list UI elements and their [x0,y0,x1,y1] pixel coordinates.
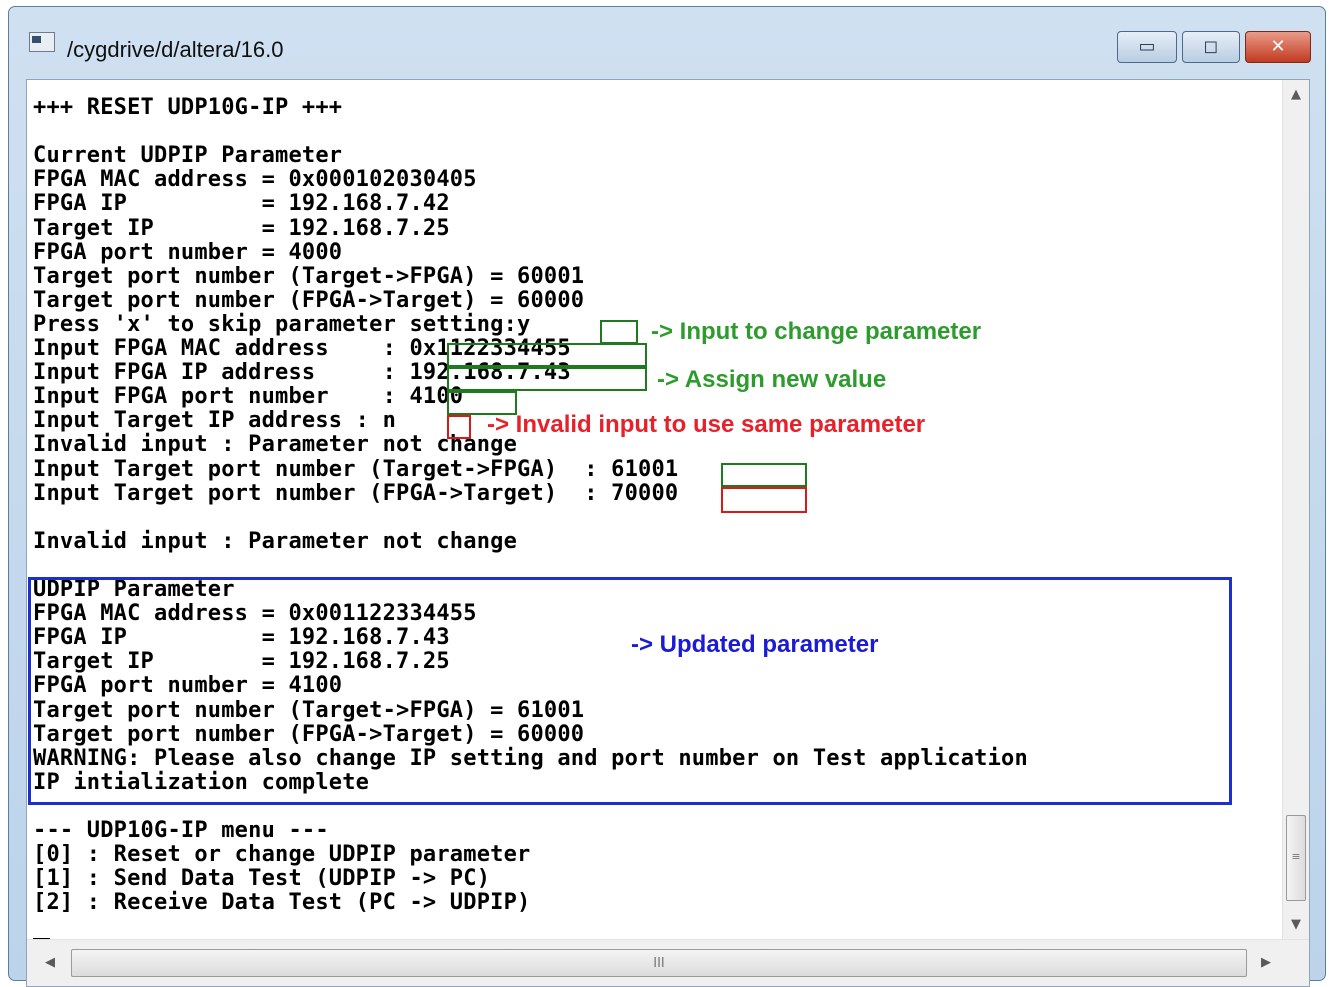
console-line: Input Target IP address : n [33,408,397,434]
hthumb-grip-icon: III [653,956,665,971]
horizontal-scrollbar[interactable]: ◀ III ▶ [27,939,1309,986]
console-line: +++ RESET UDP10G-IP +++ [33,95,343,120]
updated-parameter-box [28,577,1232,805]
maximize-button[interactable]: ◻ [1182,31,1240,63]
console-line: Target IP = 192.168.7.25 [33,215,450,241]
window-title: /cygdrive/d/altera/16.0 [67,37,284,62]
minimize-button[interactable]: ▭ [1117,31,1177,63]
scroll-up-icon[interactable]: ▲ [1283,82,1309,108]
console-line: Input Target port number (FPGA->Target) … [33,480,679,506]
console-client-area[interactable]: [2] : Receive Data Test (PC -> UDPIP) [1]… [26,79,1310,987]
console-line: FPGA IP = 192.168.7.42 [33,191,450,217]
input-y-highlight-box [600,320,638,344]
console-line: Target port number (FPGA->Target) = 6000… [33,287,585,313]
console-line: FPGA port number = 4000 [33,239,343,265]
fpga-port-invalid-box [721,487,807,513]
console-line: Invalid input : Parameter not change [33,528,518,554]
annotation-invalid-input: -> Invalid input to use same parameter [487,411,926,438]
scroll-left-icon[interactable]: ◀ [37,950,63,976]
console-line: Press 'x' to skip parameter setting:y [33,311,531,337]
console-line: [2] : Receive Data Test (PC -> UDPIP) [33,890,531,916]
scroll-down-icon[interactable]: ▼ [1283,912,1309,938]
target-port-input-box [721,463,807,487]
target-ip-invalid-box [447,415,471,439]
vertical-scrollbar[interactable]: ▲ ≡ ▼ [1282,80,1309,940]
console-output[interactable]: [2] : Receive Data Test (PC -> UDPIP) [1]… [27,80,1283,940]
console-line: Input Target port number (Target->FPGA) … [33,456,679,482]
console-line: --- UDP10G-IP menu --- [33,818,329,843]
terminal-app-icon[interactable] [29,32,55,52]
console-line: FPGA MAC address = 0x000102030405 [33,167,477,193]
title-bar[interactable]: /cygdrive/d/altera/16.0 ▭ ◻ ✕ [9,7,1325,79]
thumb-grip-icon: ≡ [1291,850,1301,863]
vertical-scroll-thumb[interactable]: ≡ [1286,815,1306,901]
scroll-right-icon[interactable]: ▶ [1253,950,1279,976]
terminal-window: /cygdrive/d/altera/16.0 ▭ ◻ ✕ [2] : Rece… [8,6,1326,987]
console-line: Invalid input : Parameter not change [33,432,518,458]
ip-input-highlight-box [447,367,647,391]
console-line: [1] : Send Data Test (UDPIP -> PC) [33,866,491,892]
console-line: Current UDPIP Parameter [33,143,343,169]
horizontal-scroll-thumb[interactable]: III [71,949,1247,977]
close-button[interactable]: ✕ [1245,31,1311,63]
console-line: Target port number (Target->FPGA) = 6000… [33,263,585,289]
console-line: Input FPGA port number : 4100 [33,384,464,410]
annotation-assign-value: -> Assign new value [657,366,887,393]
annotation-input-change: -> Input to change parameter [651,318,982,345]
annotation-updated: -> Updated parameter [631,631,879,658]
mac-input-highlight-box [447,343,647,367]
console-line: [0] : Reset or change UDPIP parameter [33,842,531,868]
